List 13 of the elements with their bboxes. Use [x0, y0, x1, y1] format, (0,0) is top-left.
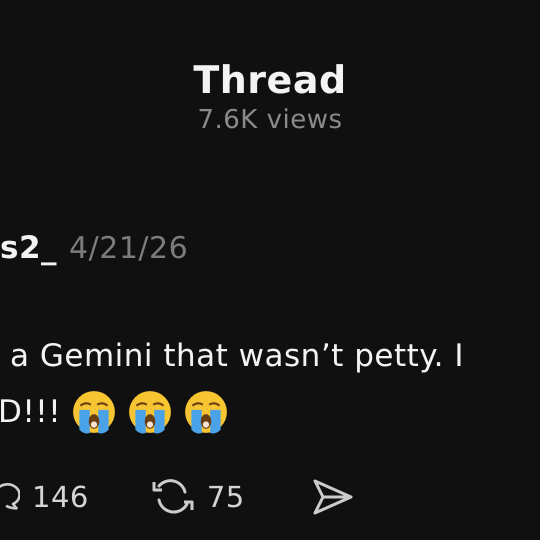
action-count: 75: [206, 480, 245, 514]
crying-face-icon: [183, 389, 230, 435]
post-text: D!!!: [0, 394, 62, 430]
crying-face-icon: [71, 389, 118, 435]
action-count: 146: [32, 480, 89, 514]
page-title: Thread: [193, 58, 347, 102]
speech-bubble-icon[interactable]: [0, 482, 20, 512]
crying-face-icon: [127, 389, 174, 435]
view-count: 7.6K views: [197, 104, 343, 136]
send-icon[interactable]: [310, 477, 355, 517]
username[interactable]: s2_: [0, 230, 58, 266]
post-text: a Gemini that wasn’t petty. I: [10, 338, 464, 374]
post-date: 4/21/26: [69, 231, 188, 266]
